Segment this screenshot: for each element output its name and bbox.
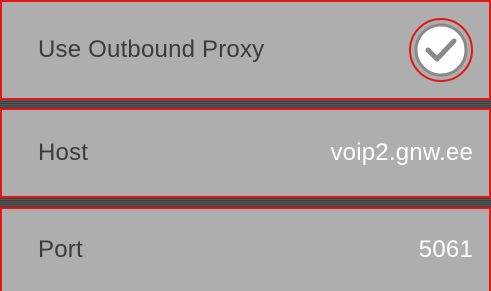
use-outbound-proxy-row[interactable]: Use Outbound Proxy xyxy=(0,0,491,100)
checkmark-circle-icon xyxy=(414,23,468,77)
port-value[interactable]: 5061 xyxy=(419,236,473,264)
use-outbound-proxy-checkbox[interactable] xyxy=(409,18,473,82)
host-label: Host xyxy=(38,139,89,166)
host-row[interactable]: Host voip2.gnw.ee xyxy=(0,108,491,198)
separator xyxy=(0,198,491,207)
port-row[interactable]: Port 5061 xyxy=(0,207,491,291)
use-outbound-proxy-label: Use Outbound Proxy xyxy=(38,36,265,63)
separator xyxy=(0,100,491,108)
host-value[interactable]: voip2.gnw.ee xyxy=(330,139,473,167)
port-label: Port xyxy=(38,236,83,263)
